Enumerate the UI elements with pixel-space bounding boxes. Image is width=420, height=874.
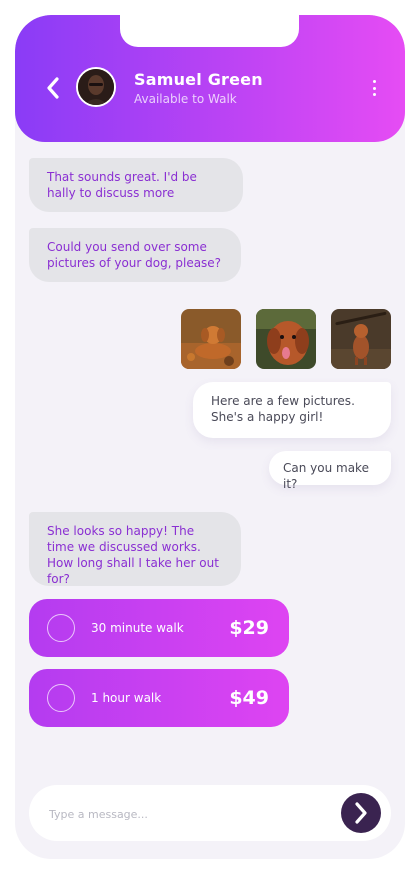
avatar-photo [78,69,114,105]
incoming-message: Could you send over some pictures of you… [29,228,241,282]
dog-photo-2[interactable] [256,309,316,369]
dog-image [331,309,391,369]
chevron-left-icon [47,77,59,99]
dog-photo-1[interactable] [181,309,241,369]
walk-option-30min[interactable]: 30 minute walk $29 [29,599,289,657]
dog-image [256,309,316,369]
send-button[interactable] [341,793,381,833]
outgoing-message: Can you make it? [269,451,391,491]
message-input[interactable] [47,803,311,825]
option-label: 1 hour walk [91,691,162,705]
outgoing-message: Here are a few pictures. She's a happy g… [193,382,391,438]
option-label: 30 minute walk [91,621,184,635]
incoming-message: She looks so happy! The time we discusse… [29,512,241,586]
walk-option-1hour[interactable]: 1 hour walk $49 [29,669,289,727]
radio-button[interactable] [47,614,75,642]
chevron-right-icon [355,802,367,824]
radio-button[interactable] [47,684,75,712]
contact-status: Available to Walk [134,92,237,106]
message-composer [29,785,391,841]
incoming-message: That sounds great. I'd be hally to discu… [29,158,243,212]
dog-photo-3[interactable] [331,309,391,369]
chat-screen: Samuel Green Available to Walk That soun… [15,15,405,859]
avatar[interactable] [76,67,116,107]
dog-image [181,309,241,369]
device-notch [120,15,299,47]
back-button[interactable] [41,73,65,103]
vertical-dots-icon [372,80,376,83]
option-price: $29 [229,617,269,639]
more-options-button[interactable] [367,80,381,96]
contact-name: Samuel Green [134,70,263,89]
option-price: $49 [229,687,269,709]
